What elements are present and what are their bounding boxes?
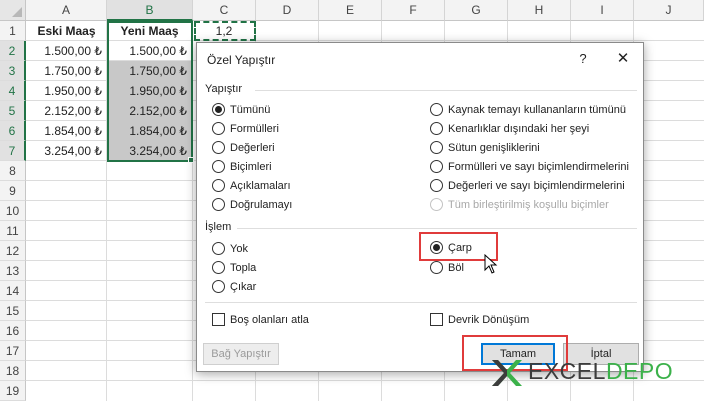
radio-column-widths[interactable]: Sütun genişliklerini — [430, 139, 540, 156]
radio-button-icon — [212, 160, 225, 173]
fill-handle[interactable] — [188, 157, 194, 163]
radio-merge-conditional-formats: Tüm birleştirilmiş koşullu biçimler — [430, 196, 609, 213]
radio-comments[interactable]: Açıklamaları — [212, 177, 291, 194]
radio-formulas-and-number-formats[interactable]: Formülleri ve sayı biçimlendirmelerini — [430, 158, 629, 175]
checkbox-icon — [430, 313, 443, 326]
row-header-10[interactable]: 10 — [0, 201, 26, 221]
radio-all-except-borders[interactable]: Kenarlıklar dışındaki her şeyi — [430, 120, 589, 137]
radio-button-icon — [430, 103, 443, 116]
dialog-title: Özel Yapıştır — [207, 53, 276, 67]
radio-button-icon — [212, 280, 225, 293]
row-header-5[interactable]: 5 — [0, 101, 26, 121]
radio-button-icon — [212, 103, 225, 116]
column-header-a[interactable]: A — [26, 0, 107, 21]
cell-a1[interactable]: Eski Maaş — [27, 21, 106, 41]
cell-a2[interactable]: 1.500,00 ₺ — [27, 41, 106, 61]
row-header-4[interactable]: 4 — [0, 81, 26, 101]
radio-subtract[interactable]: Çıkar — [212, 278, 256, 295]
radio-all[interactable]: Tümünü — [212, 101, 270, 118]
copy-marquee-c1 — [194, 21, 256, 41]
row-header-17[interactable]: 17 — [0, 341, 26, 361]
row-header-1[interactable]: 1 — [0, 21, 26, 41]
checkbox-icon — [212, 313, 225, 326]
excel-depo-logo: EXCELDEPO — [488, 356, 698, 390]
column-header-d[interactable]: D — [256, 0, 319, 21]
select-all-corner[interactable] — [0, 0, 26, 21]
paste-special-dialog: Özel Yapıştır ? ✕ Yapıştır Tümünü Formül… — [196, 42, 644, 372]
row-header-18[interactable]: 18 — [0, 361, 26, 381]
cell-a5[interactable]: 2.152,00 ₺ — [27, 101, 106, 121]
mouse-pointer-icon — [484, 254, 498, 274]
radio-formats[interactable]: Biçimleri — [212, 158, 272, 175]
row-header-15[interactable]: 15 — [0, 301, 26, 321]
column-header-f[interactable]: F — [382, 0, 445, 21]
column-header-e[interactable]: E — [319, 0, 382, 21]
operation-group-label: İşlem — [205, 221, 232, 233]
logo-text: EXCELDEPO — [528, 358, 674, 384]
column-header-h[interactable]: H — [508, 0, 571, 21]
column-header-j[interactable]: J — [634, 0, 704, 21]
checkbox-skip-blanks[interactable]: Boş olanları atla — [212, 311, 309, 328]
selection-range-b1-b7 — [107, 21, 193, 162]
close-button[interactable]: ✕ — [613, 49, 633, 69]
radio-values[interactable]: Değerleri — [212, 139, 275, 156]
row-header-7[interactable]: 7 — [0, 141, 26, 161]
radio-button-icon — [212, 198, 225, 211]
radio-all-using-source-theme[interactable]: Kaynak temayı kullananların tümünü — [430, 101, 626, 118]
logo-x-icon — [492, 360, 522, 386]
radio-button-icon — [212, 261, 225, 274]
radio-button-icon — [212, 141, 225, 154]
row-header-6[interactable]: 6 — [0, 121, 26, 141]
radio-button-icon — [430, 122, 443, 135]
row-header-12[interactable]: 12 — [0, 241, 26, 261]
cell-a7[interactable]: 3.254,00 ₺ — [27, 141, 106, 161]
radio-validation[interactable]: Doğrulamayı — [212, 196, 292, 213]
radio-button-icon — [430, 160, 443, 173]
row-header-16[interactable]: 16 — [0, 321, 26, 341]
cell-a6[interactable]: 1.854,00 ₺ — [27, 121, 106, 141]
row-header-19[interactable]: 19 — [0, 381, 26, 401]
radio-divide[interactable]: Böl — [430, 259, 464, 276]
row-header-8[interactable]: 8 — [0, 161, 26, 181]
checkbox-transpose[interactable]: Devrik Dönüşüm — [430, 311, 529, 328]
column-header-g[interactable]: G — [445, 0, 508, 21]
row-header-3[interactable]: 3 — [0, 61, 26, 81]
column-header-b[interactable]: B — [107, 0, 193, 21]
row-header-2[interactable]: 2 — [0, 41, 26, 61]
radio-add[interactable]: Topla — [212, 259, 256, 276]
radio-formulas[interactable]: Formülleri — [212, 120, 279, 137]
row-header-13[interactable]: 13 — [0, 261, 26, 281]
radio-button-icon — [430, 261, 443, 274]
radio-button-icon — [430, 141, 443, 154]
radio-none[interactable]: Yok — [212, 240, 248, 257]
cell-a4[interactable]: 1.950,00 ₺ — [27, 81, 106, 101]
radio-button-icon — [430, 198, 443, 211]
help-button[interactable]: ? — [573, 49, 593, 69]
paste-link-button: Bağ Yapıştır — [203, 343, 279, 365]
row-header-14[interactable]: 14 — [0, 281, 26, 301]
cell-a3[interactable]: 1.750,00 ₺ — [27, 61, 106, 81]
paste-group-label: Yapıştır — [205, 83, 243, 95]
row-header-9[interactable]: 9 — [0, 181, 26, 201]
radio-button-icon — [212, 179, 225, 192]
radio-button-icon — [212, 122, 225, 135]
column-header-i[interactable]: I — [571, 0, 634, 21]
row-header-11[interactable]: 11 — [0, 221, 26, 241]
radio-button-icon — [430, 179, 443, 192]
radio-values-and-number-formats[interactable]: Değerleri ve sayı biçimlendirmelerini — [430, 177, 625, 194]
radio-button-icon — [212, 242, 225, 255]
column-header-c[interactable]: C — [193, 0, 256, 21]
